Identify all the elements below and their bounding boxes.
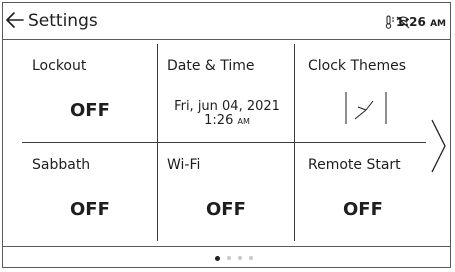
tile-value: OFF — [343, 199, 383, 220]
tile-sabbath[interactable]: Sabbath OFF — [32, 157, 152, 237]
page-dot[interactable] — [238, 256, 242, 260]
page-dot-active[interactable] — [215, 256, 220, 261]
header-bar: Settings 1:26 AM — [2, 2, 451, 40]
tile-value: OFF — [206, 199, 246, 220]
tile-wifi[interactable]: Wi-Fi OFF — [167, 157, 291, 237]
arrow-left-icon[interactable] — [5, 8, 25, 32]
clock-ampm: AM — [430, 19, 446, 29]
time-text: 1:26 — [204, 113, 234, 128]
date-value: Fri, jun 04, 2021 — [174, 99, 280, 114]
thermometer-icon — [385, 15, 394, 29]
tile-value: OFF — [70, 100, 110, 121]
tile-label: Sabbath — [32, 157, 91, 173]
time-value: 1:26 AM — [167, 114, 287, 129]
clock-time: 1:26 — [396, 15, 426, 29]
tile-remote-start[interactable]: Remote Start OFF — [308, 157, 428, 237]
page-dot[interactable] — [227, 256, 231, 260]
chevron-right-icon[interactable] — [430, 118, 448, 174]
grid-divider-row — [22, 142, 426, 143]
status-clock: 1:26 AM — [396, 14, 446, 32]
tile-label: Wi-Fi — [167, 157, 201, 173]
tile-lockout[interactable]: Lockout OFF — [32, 58, 152, 138]
tile-label: Lockout — [32, 58, 87, 74]
page-title: Settings — [28, 11, 98, 31]
footer-bar — [2, 246, 451, 268]
tile-label: Remote Start — [308, 157, 401, 173]
page-dot[interactable] — [249, 256, 253, 260]
time-ampm: AM — [237, 117, 250, 126]
analog-clock-icon — [345, 92, 387, 124]
tile-label: Clock Themes — [308, 58, 407, 74]
tile-value: OFF — [70, 199, 110, 220]
tile-date-time[interactable]: Date & Time Fri, jun 04, 2021 1:26 AM — [167, 58, 291, 138]
tile-label: Date & Time — [167, 58, 255, 74]
tile-clock-themes[interactable]: Clock Themes — [308, 58, 428, 138]
